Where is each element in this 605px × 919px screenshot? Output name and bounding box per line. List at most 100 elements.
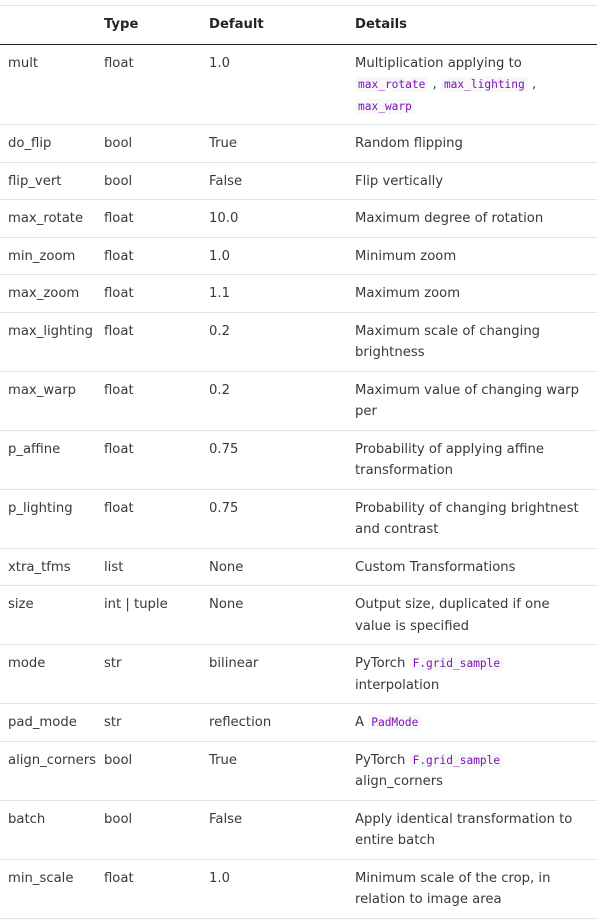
- details-text: Random flipping: [355, 136, 463, 151]
- param-name-cell: size: [8, 597, 34, 612]
- details-text: PyTorch: [355, 656, 410, 671]
- param-type-cell: list: [104, 559, 124, 575]
- param-type-cell: bool: [104, 811, 133, 827]
- param-details-cell: Maximum scale of changing brightness: [347, 312, 597, 371]
- param-name-cell: flip_vert: [8, 173, 62, 189]
- param-default-cell: True: [209, 752, 238, 768]
- table-row: mult float 1.0 Multiplication applying to m…: [0, 44, 597, 125]
- param-type-cell: float: [104, 500, 134, 516]
- param-type-cell: float: [104, 286, 134, 301]
- param-name-cell: pad_mode: [8, 715, 77, 730]
- details-text: PyTorch: [355, 752, 410, 768]
- table-row: max_rotate float 10.0 Maximum degree of rot…: [0, 200, 597, 237]
- param-details-cell: Custom Transformations: [347, 548, 597, 586]
- details-text: Flip vertically: [355, 173, 444, 189]
- param-type-cell: int | tuple: [104, 597, 168, 612]
- param-details-cell: Maximum zoom: [347, 275, 597, 313]
- param-name-cell: align_corners: [8, 752, 97, 768]
- table-header: Type Default Details: [0, 5, 597, 45]
- param-default-cell: 0.2: [209, 323, 230, 339]
- param-name-cell: max_rotate: [8, 211, 84, 226]
- param-default-cell: False: [209, 173, 243, 189]
- param-details-cell: Minimum scale of the crop, in relation t…: [347, 859, 597, 918]
- param-type-cell: float: [104, 870, 134, 886]
- header-row: Type Default Details: [0, 5, 597, 45]
- param-type-cell: bool: [104, 752, 133, 768]
- param-default-cell: reflection: [209, 715, 272, 730]
- details-code: F.grid_sample: [409, 752, 504, 768]
- param-default-cell: 0.2: [209, 382, 230, 398]
- param-details-cell: Minimum zoom: [347, 237, 597, 275]
- param-details-cell: Probability of changing brightnest and c…: [347, 489, 597, 548]
- table-row: max_lighting float 0.2 Maximum scale of cha…: [0, 312, 597, 371]
- details-text: Probability of changing brightnest and c…: [355, 500, 579, 538]
- param-default-cell: bilinear: [209, 656, 259, 671]
- details-text: ,: [428, 77, 441, 92]
- param-name-cell: min_scale: [8, 870, 74, 886]
- param-details-cell: Probability of applying affine transform…: [347, 430, 597, 489]
- table-row: mode str bilinear PyTorch F.grid_sample int…: [0, 645, 597, 704]
- param-type-cell: bool: [104, 136, 133, 151]
- param-default-cell: 0.75: [209, 441, 239, 457]
- param-default-cell: 1.1: [209, 286, 230, 301]
- details-code: PadMode: [368, 715, 422, 730]
- param-default-cell: None: [209, 597, 244, 612]
- details-text: Maximum scale of changing brightness: [355, 323, 541, 361]
- param-details-cell: A PadMode: [347, 704, 597, 742]
- table-row: batch bool False Apply identical transforma…: [0, 800, 597, 859]
- param-details-cell: Maximum value of changing warp per: [347, 371, 597, 430]
- param-details-cell: PyTorch F.grid_sample interpolation: [347, 645, 597, 704]
- details-text: interpolation: [355, 677, 440, 693]
- details-text: Minimum zoom: [355, 248, 457, 264]
- param-default-cell: 10.0: [209, 211, 239, 226]
- details-text: Multiplication applying to: [355, 55, 522, 71]
- details-code: F.grid_sample: [409, 656, 504, 671]
- table-row: max_zoom float 1.1 Maximum zoom: [0, 275, 597, 313]
- param-details-cell: Flip vertically: [347, 162, 597, 200]
- param-name-cell: xtra_tfms: [8, 559, 71, 575]
- parameters-table: Type Default Details mult float 1.0 Multipl…: [0, 5, 597, 919]
- details-text: Apply identical transformation to entire…: [355, 811, 573, 849]
- header-details: Details: [355, 17, 407, 32]
- param-type-cell: float: [104, 441, 134, 457]
- details-code: max_rotate: [355, 77, 429, 92]
- param-details-cell: Output size, duplicated if one value is …: [347, 586, 597, 645]
- table-row: size int | tuple None Output size, duplicat…: [0, 586, 597, 645]
- param-default-cell: 1.0: [209, 248, 230, 264]
- table-row: xtra_tfms list None Custom Transformations: [0, 548, 597, 586]
- param-type-cell: float: [104, 55, 134, 71]
- table-row: min_zoom float 1.0 Minimum zoom: [0, 237, 597, 275]
- param-name-cell: mode: [8, 656, 46, 671]
- details-text: align_corners: [355, 774, 444, 789]
- param-type-cell: str: [104, 656, 122, 671]
- details-text: Maximum zoom: [355, 286, 461, 301]
- details-text: Probability of applying affine transform…: [355, 441, 544, 479]
- param-type-cell: float: [104, 382, 134, 398]
- param-default-cell: 1.0: [209, 55, 230, 71]
- details-code: max_lighting: [440, 77, 528, 92]
- table-row: pad_mode str reflection A PadMode: [0, 704, 597, 742]
- table-body: mult float 1.0 Multiplication applying to m…: [0, 44, 597, 918]
- details-text: ,: [527, 77, 537, 92]
- header-type: Type: [104, 17, 139, 32]
- header-name: [0, 6, 96, 45]
- table-row: p_lighting float 0.75 Probability of changi…: [0, 489, 597, 548]
- details-text: Minimum scale of the crop, in relation t…: [355, 870, 551, 908]
- table-row: do_flip bool True Random flipping: [0, 125, 597, 162]
- param-name-cell: mult: [8, 55, 39, 71]
- param-default-cell: None: [209, 559, 244, 575]
- param-name-cell: max_zoom: [8, 286, 80, 301]
- details-code: max_warp: [355, 98, 415, 114]
- details-text: Maximum value of changing warp per: [355, 382, 579, 420]
- param-name-cell: max_warp: [8, 382, 76, 398]
- param-default-cell: 0.75: [209, 500, 239, 516]
- param-name-cell: batch: [8, 811, 46, 827]
- param-type-cell: bool: [104, 173, 133, 189]
- param-name-cell: p_affine: [8, 441, 61, 457]
- table-row: p_affine float 0.75 Probability of applying…: [0, 430, 597, 489]
- parameters-table-container: Type Default Details mult float 1.0 Multipl…: [0, 0, 605, 919]
- details-text: Custom Transformations: [355, 559, 516, 575]
- details-text: Maximum degree of rotation: [355, 211, 544, 226]
- details-text: Output size, duplicated if one value is …: [355, 597, 550, 634]
- param-name-cell: min_zoom: [8, 248, 76, 264]
